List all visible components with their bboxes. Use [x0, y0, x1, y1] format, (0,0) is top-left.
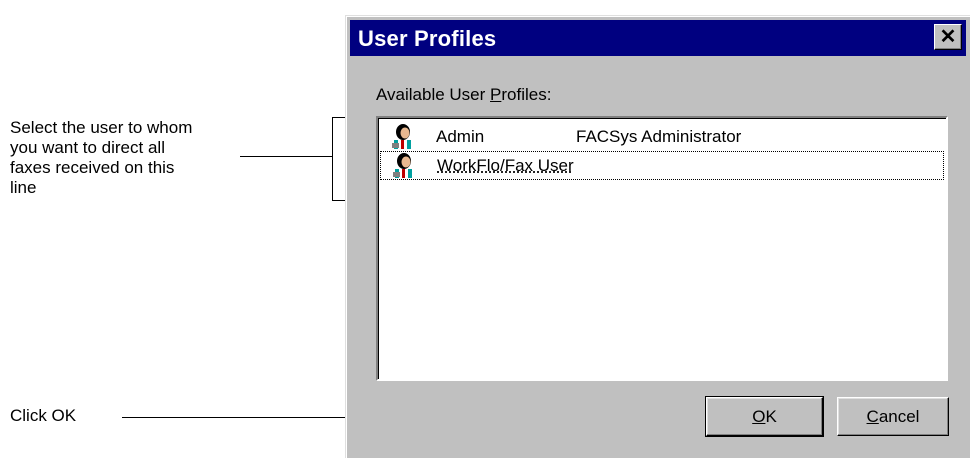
click-ok-callout: Click OK [10, 406, 77, 425]
label-text-suffix: rofiles: [501, 85, 552, 104]
callout-line: faxes received on this [10, 158, 175, 177]
select-user-callout: Select the user to whom you want to dire… [10, 118, 270, 198]
profile-name: WorkFlo/Fax User [437, 155, 574, 175]
cancel-label-rest: ancel [878, 406, 920, 426]
title-bar[interactable]: User Profiles ✕ [350, 20, 966, 56]
select-user-leader-line [240, 156, 332, 157]
close-icon: ✕ [939, 26, 957, 48]
available-profiles-label: Available User Profiles: [376, 85, 551, 105]
profile-name: Admin [436, 126, 485, 146]
label-text-prefix: Available User [376, 85, 491, 104]
profile-description: FACSys Administrator [576, 126, 742, 146]
ok-label-rest: K [765, 406, 777, 426]
cancel-button[interactable]: Cancel [837, 397, 949, 436]
close-button[interactable]: ✕ [934, 24, 962, 50]
profiles-listbox[interactable]: Admin FACSys Administrator WorkFlo/Fax U… [376, 116, 948, 381]
ok-button[interactable]: OK [705, 396, 824, 437]
ok-accelerator: O [752, 406, 766, 426]
user-profile-icon [393, 152, 412, 178]
dialog-title: User Profiles [358, 26, 497, 51]
list-item[interactable]: Admin FACSys Administrator [380, 122, 944, 151]
callout-line: line [10, 178, 37, 197]
list-item[interactable]: WorkFlo/Fax User [380, 151, 944, 180]
label-accelerator: P [490, 85, 502, 104]
cancel-accelerator: C [866, 406, 879, 426]
user-profiles-dialog: User Profiles ✕ Available User Profiles:… [345, 15, 970, 458]
callout-line: Select the user to whom [10, 118, 193, 137]
callout-line: you want to direct all [10, 138, 165, 157]
user-profile-icon [392, 123, 411, 149]
